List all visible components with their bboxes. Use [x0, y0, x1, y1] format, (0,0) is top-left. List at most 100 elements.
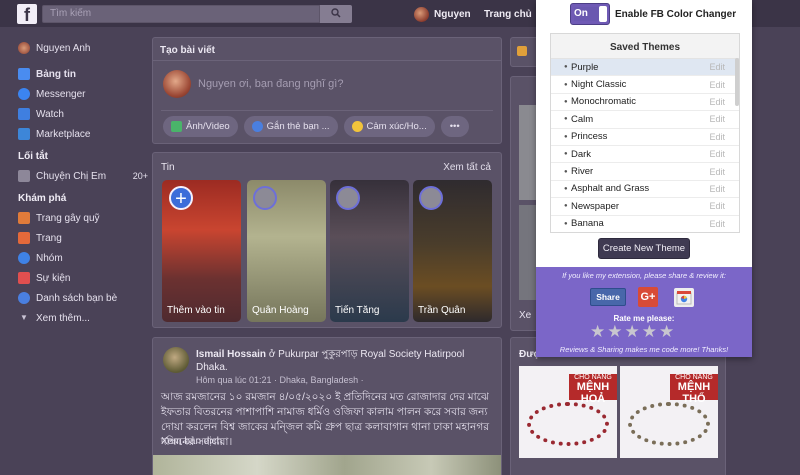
star-icon[interactable]: ★	[625, 323, 640, 340]
theme-item-night-classic[interactable]: ● Night Classic Edit	[551, 76, 739, 94]
post-timestamp[interactable]: Hôm qua lúc 01:21 · Dhaka, Bangladesh ·	[196, 375, 364, 385]
share-footer: If you like my extension, please share &…	[536, 267, 752, 357]
sidebar-item-profile[interactable]: Nguyen Anh	[18, 38, 148, 58]
bullet-icon: ●	[564, 203, 568, 210]
add-story-icon[interactable]: +	[169, 186, 193, 210]
watch-icon	[18, 108, 30, 120]
theme-item-purple[interactable]: ● Purple Edit	[551, 59, 739, 77]
bullet-icon: ●	[564, 133, 568, 140]
see-more-label: Xem thêm...	[36, 312, 90, 324]
search-icon	[331, 8, 341, 18]
sidebar-item-messenger[interactable]: Messenger	[18, 84, 148, 104]
toggle-state: On	[574, 7, 602, 21]
create-post-title: Tạo bài viết	[160, 45, 216, 56]
theme-item-monochromatic[interactable]: ● Monochromatic Edit	[551, 94, 739, 112]
toggle-knob[interactable]	[599, 6, 607, 22]
search-input[interactable]: Tìm kiếm	[42, 5, 320, 23]
sidebar-item-shortcut[interactable]: Chuyện Chị Em 20+	[18, 166, 148, 186]
theme-item-dark[interactable]: ● Dark Edit	[551, 146, 739, 164]
enable-toggle[interactable]: On	[570, 3, 610, 25]
notification-count: 20+	[132, 171, 148, 181]
post-image[interactable]	[153, 455, 501, 475]
edit-theme-button[interactable]: Edit	[709, 167, 725, 177]
messenger-icon	[18, 88, 30, 100]
story-name: Quân Hoàng	[252, 305, 309, 316]
theme-item-river[interactable]: ● River Edit	[551, 163, 739, 181]
promo-image[interactable]: CHO NÀNG MỆNH THỔ	[620, 366, 718, 458]
sidebar-item-events[interactable]: Sự kiện	[18, 268, 148, 288]
edit-theme-button[interactable]: Edit	[709, 149, 725, 159]
edit-theme-button[interactable]: Edit	[709, 114, 725, 124]
see-more-link[interactable]: ▼ Xem thêm...	[18, 308, 148, 328]
chrome-web-store-icon[interactable]	[674, 288, 694, 307]
story-card[interactable]: Tiến Tăng	[330, 180, 409, 322]
star-rating[interactable]: ★ ★ ★ ★ ★	[590, 323, 674, 340]
edit-theme-button[interactable]: Edit	[709, 132, 725, 142]
avatar	[163, 70, 191, 98]
promo-banner: CHO NÀNG MỆNH THỔ	[670, 374, 718, 405]
facebook-share-button[interactable]: Share	[590, 288, 626, 306]
more-options-button[interactable]: •••	[440, 116, 469, 137]
promo-image[interactable]: CHO NÀNG MỆNH HOẢ	[519, 366, 617, 458]
search-button[interactable]	[320, 5, 352, 23]
theme-item-asphalt-and-grass[interactable]: ● Asphalt and Grass Edit	[551, 181, 739, 199]
edit-theme-button[interactable]: Edit	[709, 219, 725, 229]
toggle-label: Enable FB Color Changer	[615, 9, 737, 20]
edit-theme-button[interactable]: Edit	[709, 201, 725, 211]
avatar	[336, 186, 360, 210]
feeling-activity-button[interactable]: Cảm xúc/Ho...	[343, 116, 435, 137]
theme-item-banana[interactable]: ● Banana Edit	[551, 216, 739, 232]
promo-line1: CHO NÀNG	[574, 374, 612, 381]
facebook-logo-icon[interactable]: f	[17, 4, 37, 24]
sidebar-item-news-feed[interactable]: Bảng tin	[18, 64, 148, 84]
share-prompt: If you like my extension, please share &…	[562, 271, 726, 280]
sidebar-item-marketplace[interactable]: Marketplace	[18, 124, 148, 144]
story-name: Tiến Tăng	[335, 305, 380, 316]
home-link[interactable]: Trang chủ	[484, 9, 532, 20]
theme-item-newspaper[interactable]: ● Newspaper Edit	[551, 198, 739, 216]
star-icon[interactable]: ★	[590, 323, 605, 340]
google-plus-icon[interactable]: G+	[638, 287, 658, 307]
sidebar-item-fundraiser[interactable]: Trang gây quỹ	[18, 208, 148, 228]
avatar	[414, 6, 429, 22]
events-icon	[18, 272, 30, 284]
star-icon[interactable]: ★	[642, 323, 657, 340]
story-card[interactable]: Trần Quân	[413, 180, 492, 322]
more-icon: •••	[449, 121, 460, 132]
scrollbar-thumb[interactable]	[735, 58, 739, 106]
reviews-note: Reviews & Sharing makes me code more! Th…	[559, 345, 729, 354]
edit-theme-button[interactable]: Edit	[709, 184, 725, 194]
promo-line1: CHO NÀNG	[675, 374, 713, 381]
side-label: Xe	[519, 310, 532, 321]
edit-theme-button[interactable]: Edit	[709, 80, 725, 90]
photo-video-button[interactable]: Ảnh/Video	[163, 116, 238, 137]
see-all-stories-link[interactable]: Xem tất cả	[443, 162, 491, 173]
sidebar-item-pages[interactable]: Trang	[18, 228, 148, 248]
friends-list-icon	[18, 292, 30, 304]
star-icon[interactable]: ★	[659, 323, 674, 340]
theme-name: Newspaper	[571, 200, 620, 212]
story-name: Thêm vào tin	[167, 305, 225, 316]
create-new-theme-button[interactable]: Create New Theme	[598, 238, 690, 259]
sidebar-item-watch[interactable]: Watch	[18, 104, 148, 124]
saved-themes-panel: Saved Themes ● Purple Edit ● Night Classic E…	[550, 33, 740, 233]
sidebar-item-groups[interactable]: Nhóm	[18, 248, 148, 268]
edit-theme-button[interactable]: Edit	[709, 97, 725, 107]
profile-link[interactable]: Nguyen	[414, 5, 471, 23]
story-card[interactable]: + Thêm vào tin	[162, 180, 241, 322]
sidebar-item-label: Danh sách bạn bè	[36, 292, 118, 304]
star-icon[interactable]: ★	[607, 323, 622, 340]
post-input[interactable]: Nguyen ơi, bạn đang nghĩ gì?	[198, 78, 343, 90]
story-card[interactable]: Quân Hoàng	[247, 180, 326, 322]
post-author[interactable]: Ismail Hossain	[196, 349, 266, 360]
store-icon	[676, 291, 692, 305]
theme-item-princess[interactable]: ● Princess Edit	[551, 129, 739, 146]
bullet-icon: ●	[564, 151, 568, 158]
avatar[interactable]	[163, 347, 189, 373]
theme-item-calm[interactable]: ● Calm Edit	[551, 111, 739, 129]
tag-friends-button[interactable]: Gắn thẻ bạn ...	[243, 116, 338, 137]
edit-theme-button[interactable]: Edit	[709, 62, 725, 72]
translate-link[interactable]: Xem bản dịch	[161, 436, 222, 447]
sidebar-item-friends-list[interactable]: Danh sách bạn bè	[18, 288, 148, 308]
promo-banner: CHO NÀNG MỆNH HOẢ	[569, 374, 617, 405]
